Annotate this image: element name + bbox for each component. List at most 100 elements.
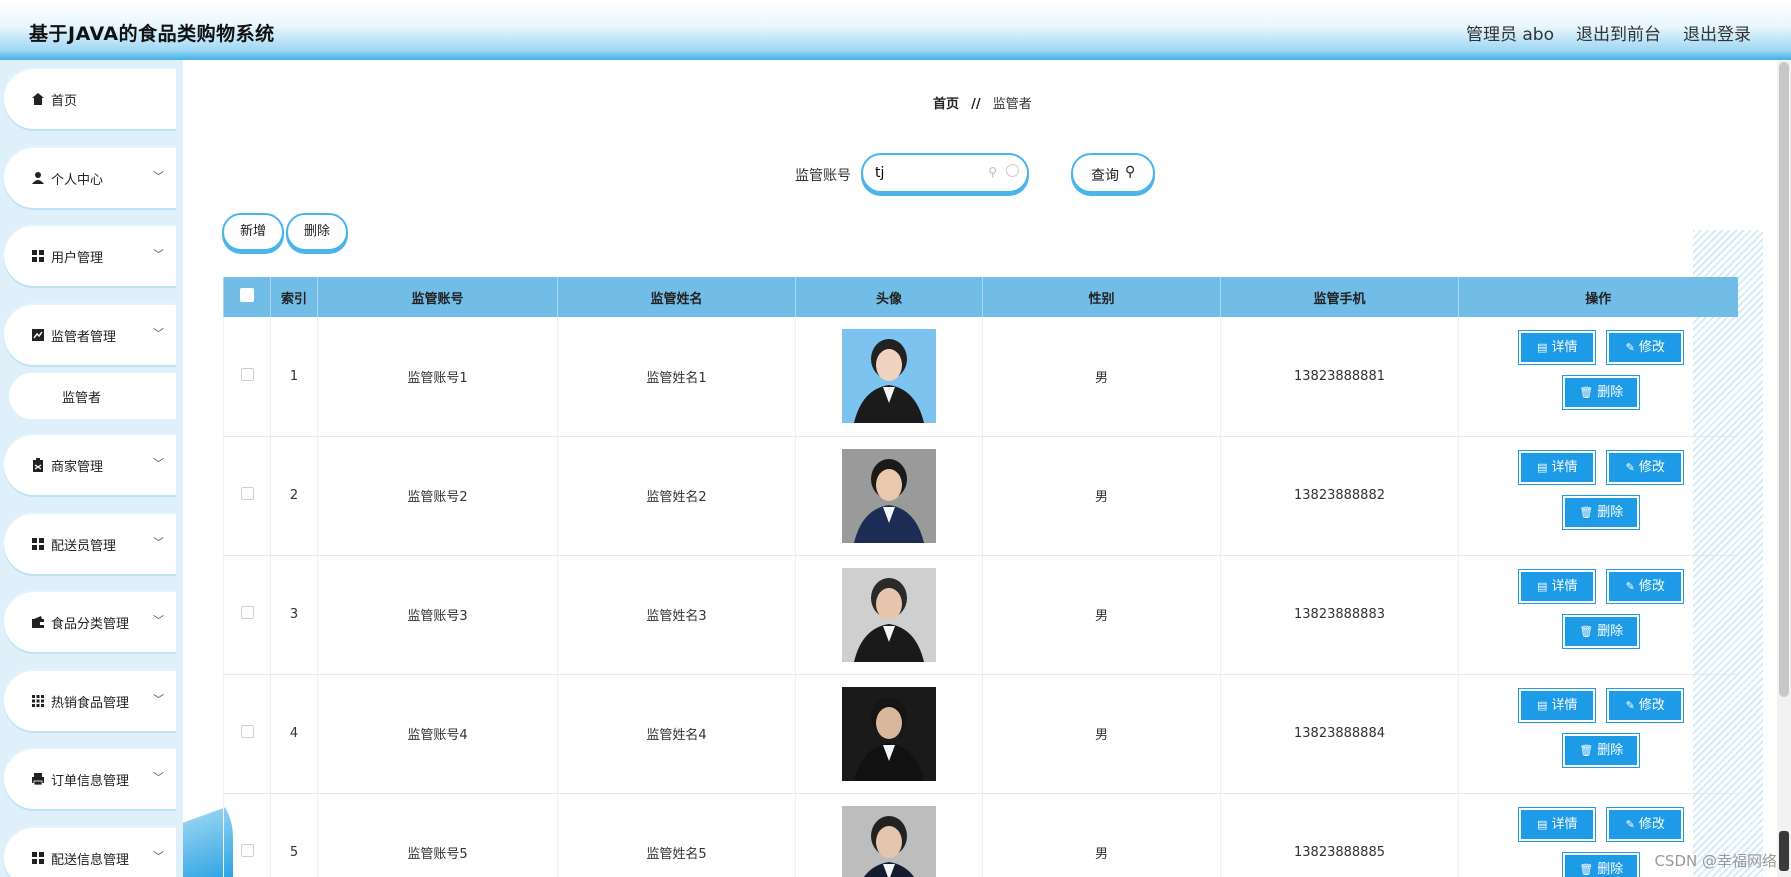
table-row: 1 监管账号1 监管姓名1 男 13823888881 ▤ 详情 ✎ 修改 🗑 删除 xyxy=(223,317,1738,437)
row-select-cell xyxy=(223,436,271,556)
sidebar-item-food-category-management[interactable]: 食品分类管理 ﹀ xyxy=(4,592,176,652)
index-cell: 3 xyxy=(270,555,318,675)
detail-button[interactable]: ▤ 详情 xyxy=(1519,569,1596,603)
select-all-checkbox[interactable] xyxy=(240,288,254,302)
delete-button-label: 删除 xyxy=(1597,861,1624,877)
clipboard-icon xyxy=(33,458,43,472)
search-label: 监管账号 xyxy=(795,168,851,184)
scrollbar-button[interactable] xyxy=(1779,831,1789,871)
edit-button[interactable]: ✎ 修改 xyxy=(1607,331,1684,365)
grid-icon xyxy=(32,538,44,550)
sidebar-item-home[interactable]: 首页 xyxy=(4,69,176,129)
delete-button[interactable]: 🗑 删除 xyxy=(1563,495,1640,529)
row-checkbox[interactable] xyxy=(240,725,254,738)
sidebar-item-user-management[interactable]: 用户管理 ﹀ xyxy=(4,226,176,286)
sidebar-item-label: 用户管理 xyxy=(51,251,104,266)
operations-cell: ▤ 详情 ✎ 修改 🗑 删除 xyxy=(1458,555,1738,675)
operations-cell: ▤ 详情 ✎ 修改 🗑 删除 xyxy=(1458,436,1738,556)
wallet-icon xyxy=(32,616,44,628)
detail-button[interactable]: ▤ 详情 xyxy=(1519,807,1596,841)
search-field[interactable]: ⚲ xyxy=(861,153,1029,193)
column-header: 头像 xyxy=(795,277,983,317)
detail-button[interactable]: ▤ 详情 xyxy=(1519,450,1596,484)
sidebar-item-label: 商家管理 xyxy=(51,460,104,475)
row-actions: ▤ 详情 ✎ 修改 🗑 删除 xyxy=(1508,569,1688,660)
row-actions: ▤ 详情 ✎ 修改 🗑 删除 xyxy=(1508,688,1688,779)
sidebar-item-label: 配送员管理 xyxy=(51,539,117,554)
edit-button-label: 修改 xyxy=(1638,816,1665,832)
print-icon xyxy=(32,773,44,786)
home-icon xyxy=(32,93,44,105)
row-select-cell xyxy=(223,317,271,437)
delete-button-label: 删除 xyxy=(1597,504,1624,520)
scrollbar-thumb[interactable] xyxy=(1779,62,1789,697)
column-header: 监管姓名 xyxy=(557,277,796,317)
trash-icon: 🗑 xyxy=(1579,862,1594,876)
search-icon: ⚲ xyxy=(988,165,997,179)
row-actions: ▤ 详情 ✎ 修改 🗑 删除 xyxy=(1508,450,1688,541)
edit-button[interactable]: ✎ 修改 xyxy=(1607,807,1684,841)
detail-button-label: 详情 xyxy=(1551,578,1578,594)
gender-cell: 男 xyxy=(982,555,1221,675)
chevron-down-icon: ﹀ xyxy=(153,536,164,549)
add-button[interactable]: 新增 xyxy=(222,213,284,251)
sidebar-subitem-supervisor[interactable]: 监管者 xyxy=(9,373,176,419)
sidebar: 首页 个人中心 ﹀ 用户管理 ﹀ 监管者管理 ﹀ 监管者 商家管理 ﹀ 配送员管… xyxy=(0,60,183,877)
batch-delete-button[interactable]: 删除 xyxy=(286,213,348,251)
logout-link[interactable]: 退出登录 xyxy=(1683,20,1751,45)
breadcrumb-home[interactable]: 首页 xyxy=(933,97,959,112)
edit-button[interactable]: ✎ 修改 xyxy=(1607,450,1684,484)
table-header-row: 索引 监管账号 监管姓名 头像 性别 监管手机 操作 xyxy=(223,277,1738,317)
sidebar-item-merchant-management[interactable]: 商家管理 ﹀ xyxy=(4,435,176,495)
delete-button[interactable]: 🗑 删除 xyxy=(1563,852,1640,877)
edit-button[interactable]: ✎ 修改 xyxy=(1607,688,1684,722)
row-checkbox[interactable] xyxy=(240,844,254,857)
account-cell: 监管账号4 xyxy=(317,674,558,794)
trash-icon: 🗑 xyxy=(1579,743,1594,757)
grid-icon xyxy=(32,852,44,864)
chevron-down-icon: ﹀ xyxy=(153,170,164,183)
chevron-down-icon: ﹀ xyxy=(153,327,164,340)
detail-button-label: 详情 xyxy=(1551,697,1578,713)
apps-icon xyxy=(32,695,44,707)
gender-cell: 男 xyxy=(982,317,1221,437)
sidebar-item-hot-food-management[interactable]: 热销食品管理 ﹀ xyxy=(4,671,176,731)
row-checkbox[interactable] xyxy=(240,606,254,619)
phone-cell: 13823888881 xyxy=(1220,317,1459,437)
phone-cell: 13823888883 xyxy=(1220,555,1459,675)
column-header: 性别 xyxy=(982,277,1221,317)
delete-button[interactable]: 🗑 删除 xyxy=(1563,733,1640,767)
sidebar-item-label: 监管者管理 xyxy=(51,330,117,345)
delete-button[interactable]: 🗑 删除 xyxy=(1563,376,1640,410)
row-actions: ▤ 详情 ✎ 修改 🗑 删除 xyxy=(1508,331,1688,421)
name-cell: 监管姓名5 xyxy=(557,793,796,877)
clear-icon[interactable] xyxy=(1006,164,1019,177)
detail-button[interactable]: ▤ 详情 xyxy=(1519,331,1596,365)
edit-button-label: 修改 xyxy=(1638,697,1665,713)
index-cell: 1 xyxy=(270,317,318,437)
phone-cell: 13823888885 xyxy=(1220,793,1459,877)
row-checkbox[interactable] xyxy=(240,487,254,500)
account-cell: 监管账号2 xyxy=(317,436,558,556)
admin-user-link[interactable]: 管理员 abo xyxy=(1466,20,1554,45)
search-input[interactable] xyxy=(875,163,995,183)
query-button[interactable]: 查询 ⚲ xyxy=(1071,153,1155,193)
vertical-scrollbar[interactable] xyxy=(1777,60,1791,877)
index-cell: 5 xyxy=(270,793,318,877)
sidebar-item-delivery-management[interactable]: 配送信息管理 ﹀ xyxy=(4,828,176,877)
row-checkbox[interactable] xyxy=(240,367,254,381)
sidebar-item-order-management[interactable]: 订单信息管理 ﹀ xyxy=(4,749,176,809)
table-row: 5 监管账号5 监管姓名5 男 13823888885 ▤ 详情 ✎ 修改 🗑 删除 xyxy=(223,793,1738,877)
pencil-icon: ✎ xyxy=(1625,698,1635,712)
exit-to-frontend-link[interactable]: 退出到前台 xyxy=(1576,20,1661,45)
delete-button-label: 删除 xyxy=(1597,385,1624,401)
user-icon xyxy=(32,172,44,184)
gender-cell: 男 xyxy=(982,793,1221,877)
gender-cell: 男 xyxy=(982,674,1221,794)
detail-button[interactable]: ▤ 详情 xyxy=(1519,688,1596,722)
delete-button[interactable]: 🗑 删除 xyxy=(1563,614,1640,648)
sidebar-item-courier-management[interactable]: 配送员管理 ﹀ xyxy=(4,514,176,574)
edit-button[interactable]: ✎ 修改 xyxy=(1607,569,1684,603)
sidebar-item-personal-center[interactable]: 个人中心 ﹀ xyxy=(4,148,176,208)
sidebar-item-supervisor-management[interactable]: 监管者管理 ﹀ xyxy=(4,305,176,365)
